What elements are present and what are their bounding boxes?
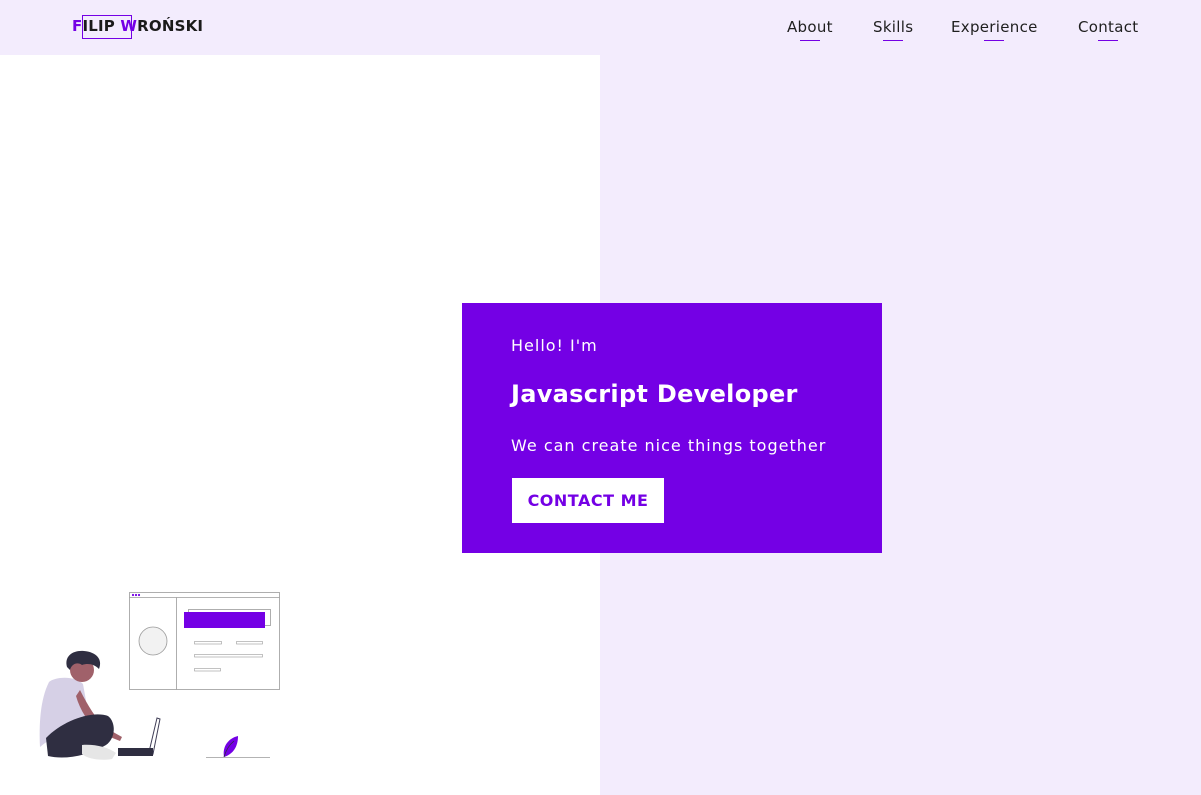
nav-skills-underline [883, 40, 904, 41]
nav-experience[interactable]: Experience [951, 18, 1038, 41]
logo-first-initial: F [72, 17, 83, 35]
header: FILIP WROŃSKI About Skills Experience Co… [0, 0, 1201, 55]
hero-greeting: Hello! I'm [511, 336, 598, 355]
browser-dot-icon [131, 593, 135, 597]
nav-contact-label: Contact [1078, 18, 1139, 36]
plant-leaf-icon [223, 736, 238, 757]
person-shoe [82, 744, 116, 760]
developer-with-laptop-illustration [39, 592, 280, 760]
hero-role-title: Javascript Developer [511, 380, 798, 408]
nav-contact-underline [1098, 40, 1119, 41]
nav-experience-underline [984, 40, 1005, 41]
laptop-base-icon [118, 748, 153, 756]
nav-about-underline [799, 40, 820, 41]
nav-about[interactable]: About [787, 18, 833, 41]
logo-last-rest: ROŃSKI [137, 17, 204, 35]
nav-skills-label: Skills [873, 18, 914, 36]
nav-about-label: About [787, 18, 833, 36]
nav-skills[interactable]: Skills [873, 18, 914, 41]
browser-dot-icon [134, 593, 138, 597]
logo-frame [82, 15, 132, 39]
profile-circle-icon [138, 626, 168, 656]
browser-dot-icon [137, 593, 141, 597]
nav-contact[interactable]: Contact [1078, 18, 1139, 41]
contact-me-button-label: CONTACT ME [527, 491, 649, 510]
nav-experience-label: Experience [951, 18, 1038, 36]
browser-content-highlight [184, 612, 265, 628]
contact-me-button[interactable]: CONTACT ME [512, 478, 664, 523]
hero-tagline: We can create nice things together [511, 436, 827, 455]
hero-card: Hello! I'm Javascript Developer We can c… [462, 303, 882, 553]
